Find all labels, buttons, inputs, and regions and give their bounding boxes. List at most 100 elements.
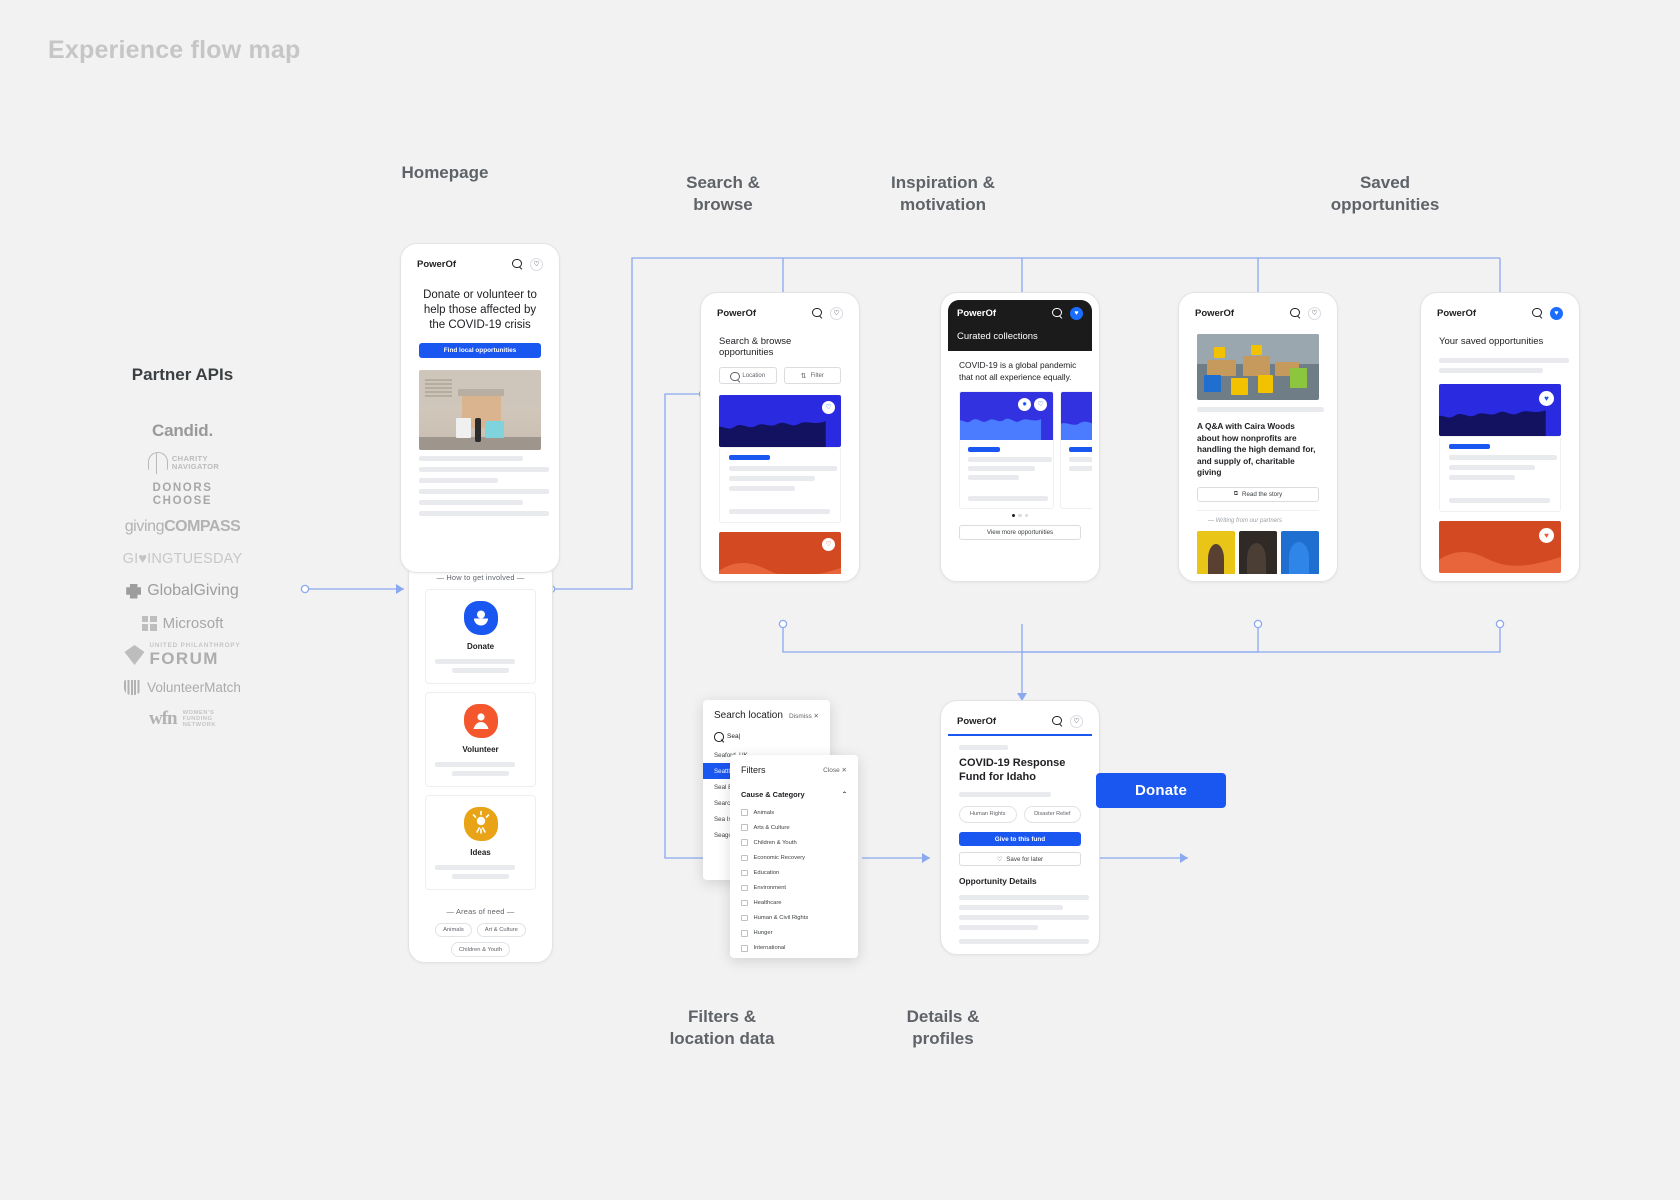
read-the-story-label: Read the story <box>1242 491 1283 499</box>
area-chip[interactable]: Animals <box>435 923 472 938</box>
story-thumbnail[interactable] <box>1197 531 1235 574</box>
dismiss-button[interactable]: Dismiss ✕ <box>789 712 819 720</box>
saved-heart-icon[interactable]: ♡ <box>530 257 543 271</box>
tag-chip[interactable]: Disaster Relief <box>1023 805 1081 824</box>
donate-button[interactable]: Donate <box>1096 773 1226 808</box>
collection-image <box>1061 392 1092 441</box>
saved-opportunity-image: ♥ <box>1439 384 1561 436</box>
screen-title: Search & browse opportunities <box>719 336 792 358</box>
save-opportunity-icon[interactable]: ♡ <box>822 538 835 551</box>
area-chip[interactable]: Art & Culture <box>476 923 526 938</box>
filter-option[interactable]: Environment <box>730 880 858 895</box>
saved-heart-icon[interactable]: ♥ <box>1550 306 1563 320</box>
tag-chip[interactable]: Human Rights <box>959 805 1017 824</box>
checkbox[interactable] <box>741 809 748 816</box>
checkbox[interactable] <box>741 869 748 877</box>
checkbox[interactable] <box>741 824 748 831</box>
checkbox[interactable] <box>741 914 748 922</box>
story-thumbnail[interactable] <box>1239 531 1277 574</box>
collection-card[interactable]: ✸ ♡ <box>959 391 1055 510</box>
partner-logo-part1: giving <box>124 518 165 535</box>
filter-option[interactable]: Children & Youth <box>730 835 858 850</box>
save-opportunity-icon[interactable]: ♡ <box>822 401 835 414</box>
story-thumbnail[interactable] <box>1281 531 1319 574</box>
filter-option[interactable]: Animals <box>730 805 858 820</box>
save-opportunity-icon[interactable]: ♡ <box>1034 398 1048 412</box>
partner-apis-title: Partner APIs <box>131 365 234 384</box>
involved-card-volunteer[interactable]: Volunteer <box>425 692 536 787</box>
saved-heart-icon[interactable]: ♡ <box>1308 306 1321 320</box>
filter-option[interactable]: Hunger <box>730 926 858 941</box>
saved-heart-icon[interactable]: ♡ <box>830 306 843 320</box>
area-chip[interactable]: Children & Youth <box>450 942 511 957</box>
phone-details: PowerOf ♡ COVID-19 Response Fund for Ida… <box>940 700 1100 955</box>
checkbox[interactable] <box>741 899 748 907</box>
unsave-opportunity-icon[interactable]: ♥ <box>1539 391 1554 406</box>
checkbox[interactable] <box>741 854 748 862</box>
filter-option[interactable]: International <box>730 941 858 956</box>
column-heading-label: Saved opportunities <box>1330 172 1440 214</box>
section-title: Curated collections <box>948 326 1092 351</box>
chevron-up-icon: ⌃ <box>841 792 847 798</box>
save-for-later-button[interactable]: ♡ Save for later <box>959 852 1081 867</box>
carousel-dots[interactable] <box>948 509 1092 518</box>
wfn-icon: wfn <box>148 708 178 729</box>
app-name: PowerOf <box>417 258 457 270</box>
saved-opportunity-card[interactable] <box>1439 436 1561 512</box>
opportunity-card[interactable] <box>719 447 841 523</box>
globalgiving-icon <box>126 583 142 599</box>
microsoft-icon <box>141 615 157 631</box>
phone-inspiration: PowerOf ♥ Curated collections COVID-19 i… <box>940 292 1100 582</box>
filter-option[interactable]: Nonprofit Operations <box>730 956 858 958</box>
location-search-input[interactable]: Sea| <box>703 728 830 747</box>
app-bar: PowerOf ♡ <box>408 251 552 277</box>
find-local-opportunities-button[interactable]: Find local opportunities <box>419 342 541 358</box>
read-the-story-button[interactable]: ⧉ Read the story <box>1197 487 1319 503</box>
volunteermatch-icon <box>124 679 142 695</box>
checkbox[interactable] <box>741 930 748 937</box>
filter-option-label: Economic Recovery <box>753 854 806 861</box>
search-icon[interactable] <box>1052 715 1063 727</box>
checkbox[interactable] <box>741 839 748 846</box>
partner-logo-globalgiving: GlobalGiving <box>75 575 290 607</box>
skeleton-line <box>419 455 523 461</box>
filter-option-label: Healthcare <box>753 900 782 907</box>
search-icon[interactable] <box>812 307 823 319</box>
partner-logo-charity-navigator: CHARITY NAVIGATOR <box>75 447 290 479</box>
unsave-opportunity-icon[interactable]: ♥ <box>1539 528 1554 543</box>
location-search-value: Sea| <box>727 732 741 740</box>
app-bar: PowerOf ♥ <box>1428 300 1572 326</box>
search-icon[interactable] <box>1290 307 1301 319</box>
filter-button[interactable]: ⇅ Filter <box>783 367 841 384</box>
filter-option[interactable]: Arts & Culture <box>730 820 858 835</box>
give-to-this-fund-button[interactable]: Give to this fund <box>959 832 1081 847</box>
search-icon[interactable] <box>512 258 523 270</box>
collection-carousel[interactable]: ✸ ♡ <box>948 391 1092 510</box>
view-more-opportunities-button[interactable]: View more opportunities <box>959 525 1081 541</box>
filter-option[interactable]: Healthcare <box>730 896 858 911</box>
checkbox[interactable] <box>741 884 748 892</box>
story-screen: PowerOf ♡ A Q&A with Caira Woods about h… <box>1186 300 1330 574</box>
opportunity-title: COVID-19 Response Fund for Idaho <box>959 757 1066 784</box>
saved-heart-icon[interactable]: ♥ <box>1070 306 1083 320</box>
partner-logo-givingtuesday: GI ♥ INGTUESDAY <box>75 543 290 575</box>
filter-option[interactable]: Economic Recovery <box>730 850 858 865</box>
involved-card-ideas[interactable]: Ideas <box>425 795 536 890</box>
filter-option[interactable]: Human & Civil Rights <box>730 911 858 926</box>
saved-heart-icon[interactable]: ♡ <box>1070 714 1083 728</box>
search-icon[interactable] <box>1532 307 1543 319</box>
filter-option[interactable]: Education <box>730 865 858 880</box>
checkbox[interactable] <box>741 945 748 952</box>
phone-saved-opportunities: PowerOf ♥ Your saved opportunities ♥ ♥ <box>1420 292 1580 582</box>
location-button[interactable]: Location <box>719 367 777 384</box>
search-icon[interactable] <box>1052 307 1063 319</box>
filter-group-header[interactable]: Cause & Category ⌃ <box>730 782 858 805</box>
partner-logo-volunteermatch: VolunteerMatch <box>75 671 290 703</box>
panel-title: Search location <box>714 710 783 721</box>
collection-card[interactable] <box>1060 391 1092 510</box>
involved-card-donate[interactable]: Donate <box>425 589 536 684</box>
partner-logo-wfn: wfn WOMEN'S FUNDING NETWORK <box>75 703 290 735</box>
opportunity-details-heading: Opportunity Details <box>959 876 1037 887</box>
close-button[interactable]: Close ✕ <box>823 766 847 774</box>
award-badge-icon: ✸ <box>1018 398 1032 412</box>
